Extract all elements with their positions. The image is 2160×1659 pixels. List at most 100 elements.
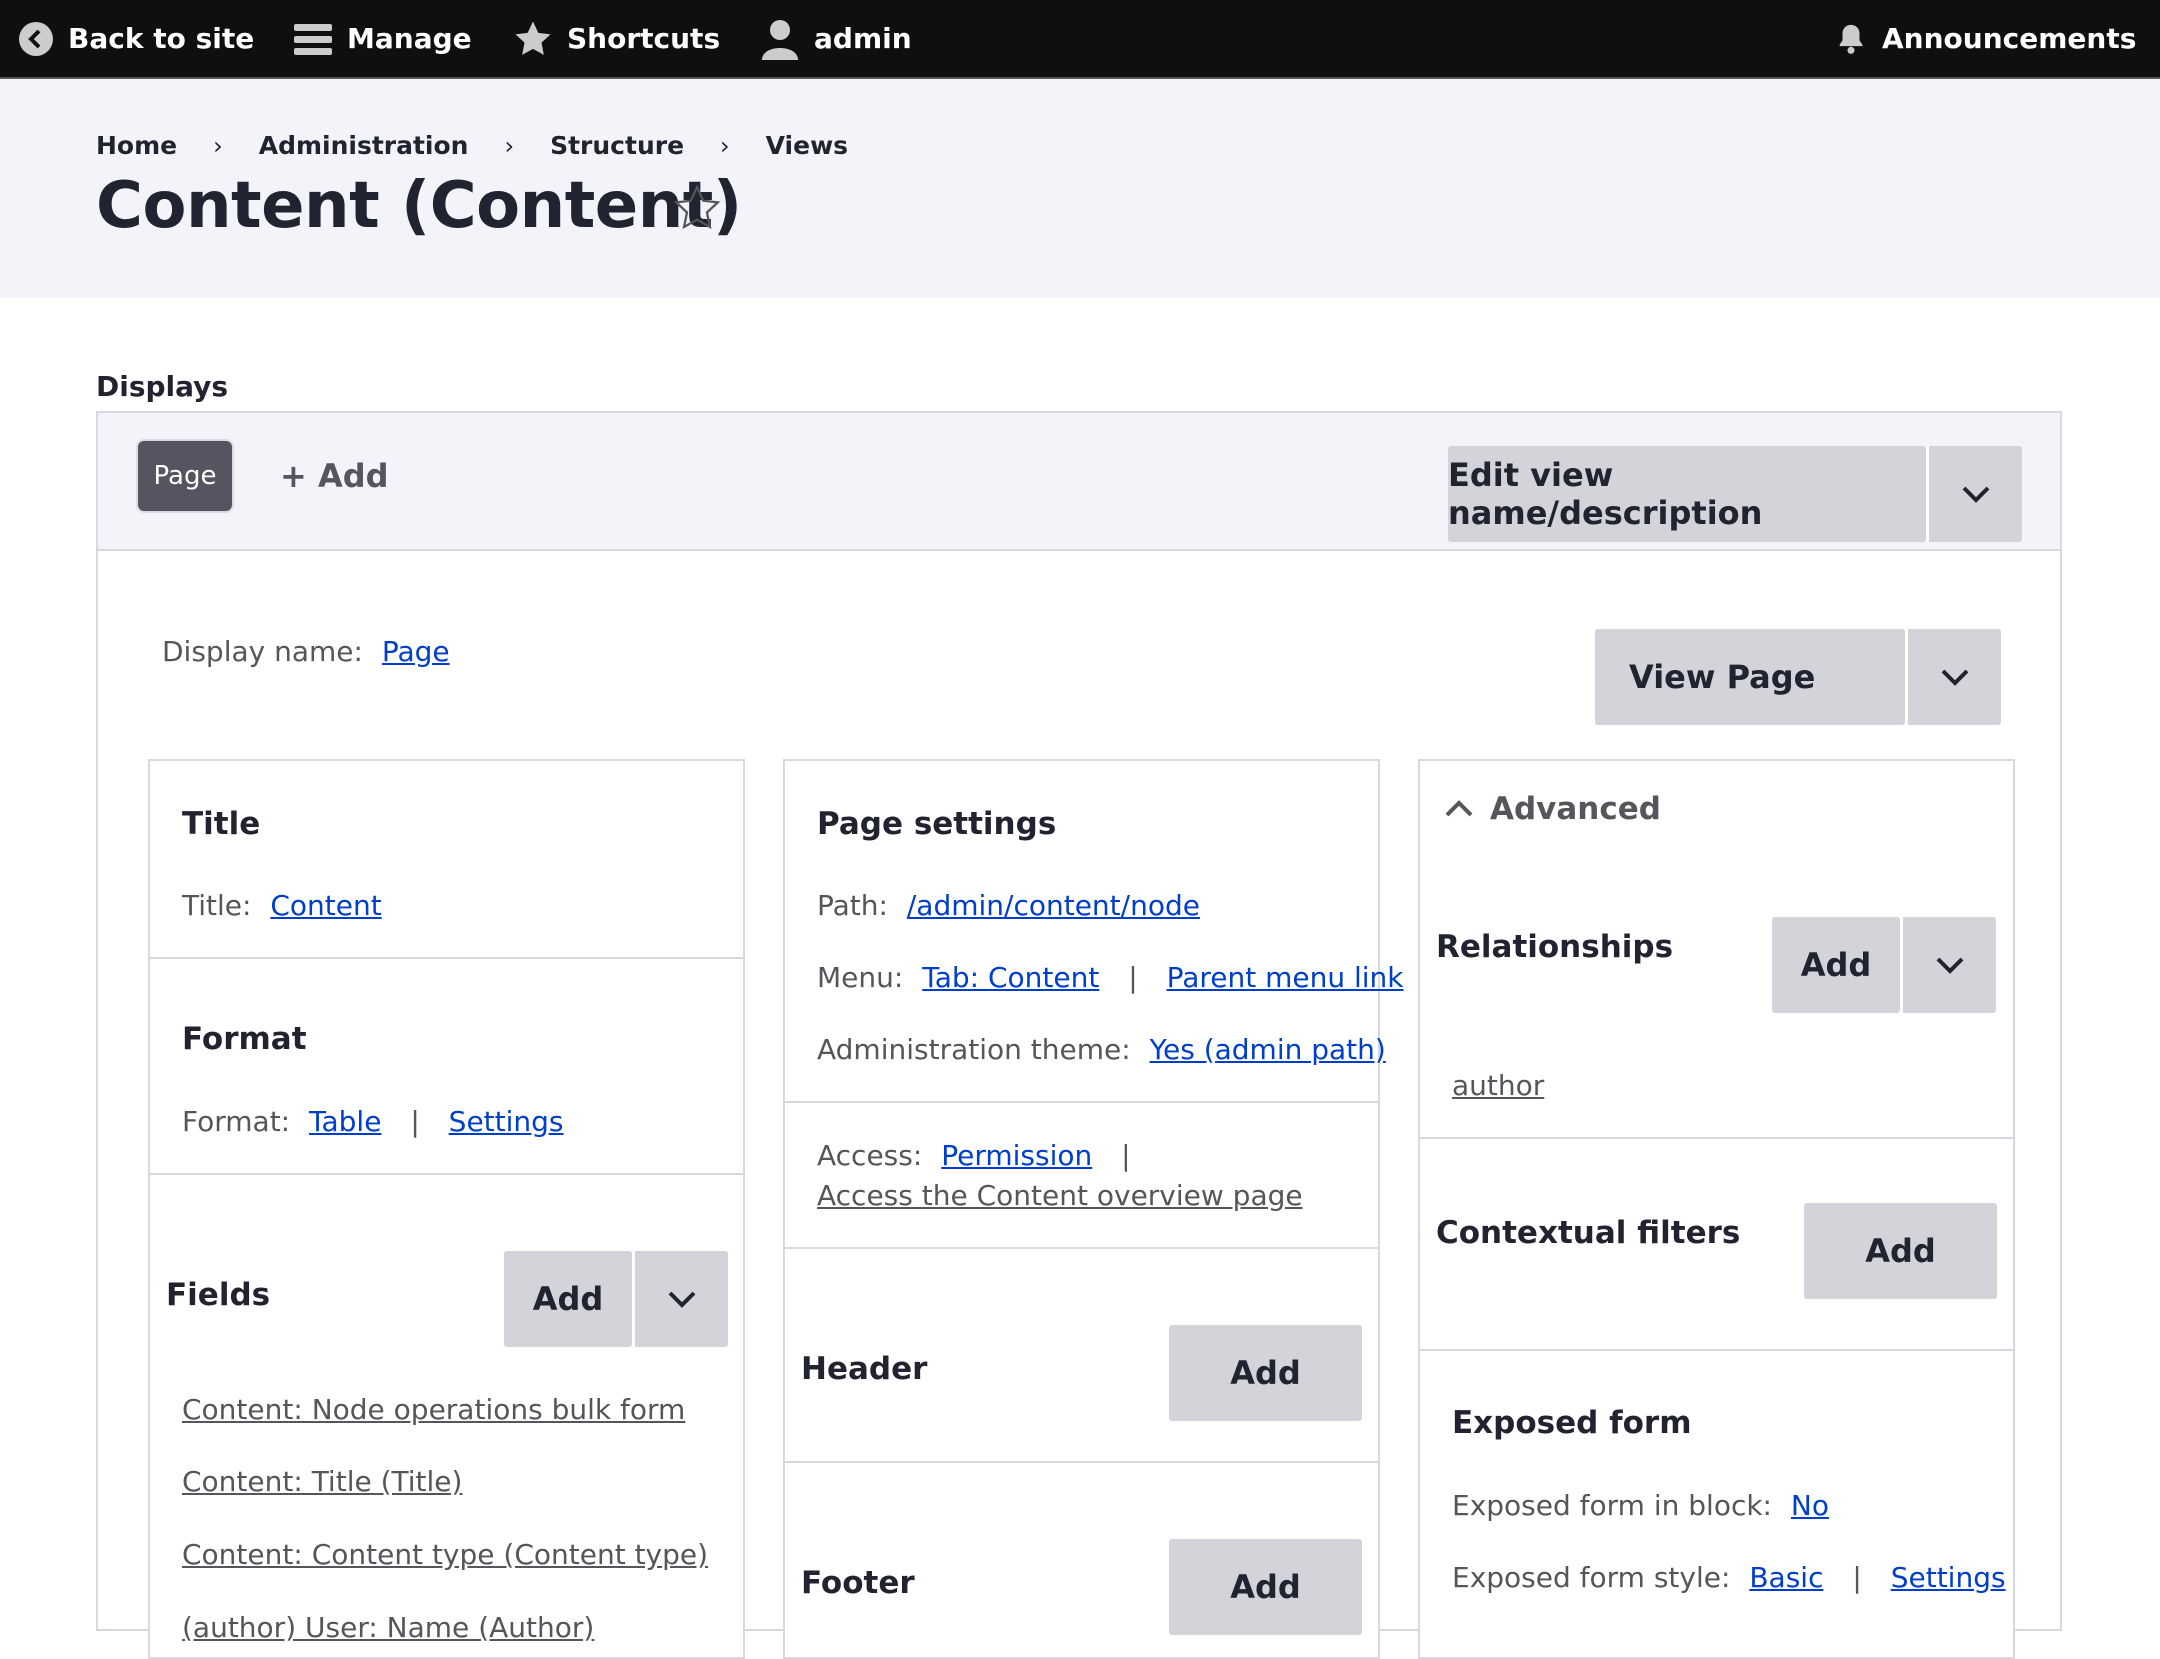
- breadcrumb: Home › Administration › Structure › View…: [96, 131, 848, 160]
- display-tabs-bar: Page + Add Edit view name/description: [98, 413, 2060, 551]
- breadcrumb-structure[interactable]: Structure: [550, 131, 684, 160]
- chevron-up-icon: [1445, 800, 1473, 817]
- breadcrumb-administration[interactable]: Administration: [259, 131, 469, 160]
- manage-menu[interactable]: Manage: [293, 0, 472, 77]
- exposed-form-heading: Exposed form: [1452, 1405, 1692, 1441]
- edit-view-name-button[interactable]: Edit view name/description: [1448, 446, 1926, 542]
- fields-add-button[interactable]: Add: [504, 1251, 632, 1347]
- field-item[interactable]: Content: Content type (Content type): [182, 1538, 708, 1571]
- field-item[interactable]: Content: Title (Title): [182, 1465, 462, 1498]
- access-settings-link[interactable]: Access the Content overview page: [817, 1179, 1303, 1212]
- fields-add-dropdown-toggle[interactable]: [632, 1251, 728, 1347]
- favorite-star-icon[interactable]: [672, 183, 722, 233]
- field-item[interactable]: Content: Node operations bulk form: [182, 1393, 685, 1426]
- section-divider: [785, 1461, 1378, 1463]
- title-link[interactable]: Content: [270, 889, 381, 922]
- header-add-button[interactable]: Add: [1169, 1325, 1362, 1421]
- exposed-style-link[interactable]: Basic: [1749, 1561, 1823, 1594]
- advanced-label: Advanced: [1490, 791, 1661, 827]
- format-settings-link[interactable]: Settings: [449, 1105, 564, 1138]
- shortcuts-menu[interactable]: Shortcuts: [513, 0, 720, 77]
- admin-theme-label: Administration theme:: [817, 1033, 1131, 1066]
- exposed-block-label: Exposed form in block:: [1452, 1489, 1772, 1522]
- announcements-label: Announcements: [1882, 22, 2137, 55]
- format-heading: Format: [182, 1021, 307, 1057]
- add-display-button[interactable]: + Add: [280, 457, 389, 495]
- display-name-link[interactable]: Page: [382, 635, 450, 668]
- admin-theme-row: Administration theme: Yes (admin path): [817, 1033, 1386, 1066]
- separator: |: [1852, 1561, 1862, 1594]
- access-label: Access:: [817, 1139, 923, 1172]
- section-divider: [785, 1247, 1378, 1249]
- breadcrumb-separator-icon: ›: [213, 131, 223, 160]
- breadcrumb-home[interactable]: Home: [96, 131, 177, 160]
- access-row: Access: Permission |: [817, 1139, 1151, 1172]
- user-icon: [762, 19, 798, 60]
- separator: |: [410, 1105, 420, 1138]
- section-divider: [150, 957, 743, 959]
- contextual-filters-add-button[interactable]: Add: [1804, 1203, 1997, 1299]
- breadcrumb-separator-icon: ›: [720, 131, 730, 160]
- relationships-heading: Relationships: [1436, 929, 1674, 965]
- back-to-site-link[interactable]: Back to site: [18, 0, 254, 77]
- tab-page[interactable]: Page: [136, 439, 234, 513]
- exposed-block-row: Exposed form in block: No: [1452, 1489, 1829, 1522]
- path-label: Path:: [817, 889, 888, 922]
- access-permission-link[interactable]: Permission: [941, 1139, 1092, 1172]
- exposed-style-row: Exposed form style: Basic | Settings: [1452, 1561, 2006, 1594]
- admin-toolbar: Back to site Manage Shortcuts admin Anno…: [0, 0, 2160, 79]
- separator: |: [1128, 961, 1138, 994]
- format-row: Format: Table | Settings: [182, 1105, 564, 1138]
- view-page-button[interactable]: View Page: [1595, 629, 1905, 725]
- section-divider: [150, 1173, 743, 1175]
- relationships-add-button[interactable]: Add: [1772, 917, 1900, 1013]
- column-advanced: Advanced Relationships Add author Contex…: [1418, 759, 2015, 1659]
- edit-view-dropdown-toggle[interactable]: [1926, 446, 2022, 542]
- contextual-filters-heading: Contextual filters: [1436, 1215, 1741, 1251]
- section-divider: [1420, 1349, 2013, 1351]
- page-title: Content (Content): [96, 169, 742, 243]
- exposed-style-label: Exposed form style:: [1452, 1561, 1731, 1594]
- fields-heading: Fields: [166, 1277, 271, 1313]
- display-name-row: Display name: Page: [162, 635, 450, 668]
- column-page-settings: Page settings Path: /admin/content/node …: [783, 759, 1404, 1659]
- separator: |: [1121, 1139, 1131, 1172]
- user-label: admin: [814, 22, 912, 55]
- user-menu[interactable]: admin: [760, 0, 912, 77]
- exposed-block-link[interactable]: No: [1791, 1489, 1829, 1522]
- displays-heading: Displays: [96, 370, 229, 403]
- footer-heading: Footer: [801, 1565, 915, 1601]
- section-divider: [785, 1101, 1378, 1103]
- chevron-down-icon: [1962, 486, 1989, 503]
- display-name-label: Display name:: [162, 635, 363, 668]
- chevron-down-icon: [668, 1291, 695, 1308]
- manage-label: Manage: [347, 22, 472, 55]
- announcements-link[interactable]: Announcements: [1834, 0, 2136, 77]
- advanced-toggle[interactable]: Advanced: [1444, 791, 1661, 827]
- shortcuts-label: Shortcuts: [567, 22, 721, 55]
- page-settings-heading: Page settings: [817, 806, 1057, 842]
- admin-theme-link[interactable]: Yes (admin path): [1150, 1033, 1386, 1066]
- back-circle-icon: [19, 21, 53, 56]
- star-icon: [515, 21, 551, 55]
- displays-panel: Page + Add Edit view name/description Di…: [96, 411, 2062, 1659]
- parent-menu-link[interactable]: Parent menu link: [1167, 961, 1404, 994]
- field-item[interactable]: (author) User: Name (Author): [182, 1611, 594, 1644]
- breadcrumb-views[interactable]: Views: [766, 131, 848, 160]
- menu-row: Menu: Tab: Content | Parent menu link: [817, 961, 1404, 994]
- view-page-dropdown-toggle[interactable]: [1905, 629, 2001, 725]
- breadcrumb-separator-icon: ›: [504, 131, 515, 160]
- path-link[interactable]: /admin/content/node: [907, 889, 1200, 922]
- path-row: Path: /admin/content/node: [817, 889, 1200, 922]
- relationships-add-dropdown-toggle[interactable]: [1900, 917, 1996, 1013]
- column-basic: Title Title: Content Format Format: Tabl…: [148, 759, 745, 1659]
- back-to-site-label: Back to site: [68, 22, 255, 55]
- header-heading: Header: [801, 1351, 928, 1387]
- title-row: Title: Content: [182, 889, 382, 922]
- footer-add-button[interactable]: Add: [1169, 1539, 1362, 1635]
- menu-tab-link[interactable]: Tab: Content: [922, 961, 1099, 994]
- exposed-style-settings-link[interactable]: Settings: [1891, 1561, 2006, 1594]
- relationship-author-link[interactable]: author: [1452, 1069, 1544, 1102]
- menu-label: Menu:: [817, 961, 904, 994]
- format-table-link[interactable]: Table: [309, 1105, 381, 1138]
